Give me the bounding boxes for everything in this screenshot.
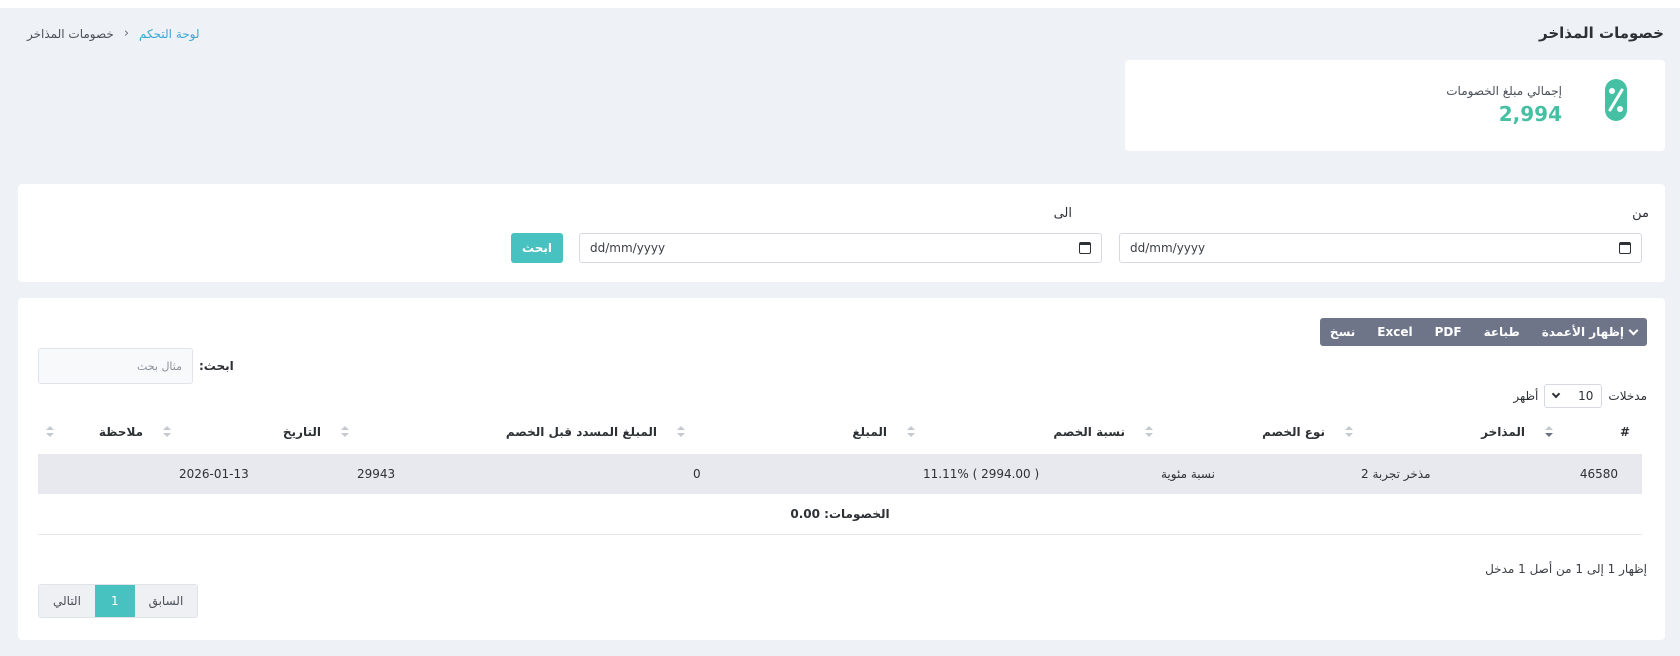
table-search: ابحث: xyxy=(38,348,234,384)
page-length-suffix: مدخلات xyxy=(1608,389,1647,403)
columns-button[interactable]: إظهار الأعمدة xyxy=(1541,325,1639,339)
table-card: نسخ Excel PDF طباعة إظهار الأعمدة ابحث: … xyxy=(18,298,1665,640)
to-label: الى xyxy=(1053,206,1072,221)
pdf-button[interactable]: PDF xyxy=(1435,325,1462,339)
copy-button[interactable]: نسخ xyxy=(1330,325,1355,339)
export-buttons: نسخ Excel PDF طباعة إظهار الأعمدة xyxy=(1319,318,1647,346)
sort-icon xyxy=(677,426,685,438)
summary-card: إجمالي مبلغ الخصومات 2,994 xyxy=(1125,60,1665,151)
sort-icon xyxy=(1145,426,1153,438)
sort-icon xyxy=(46,426,54,438)
pagination-page-1[interactable]: 1 xyxy=(94,585,135,617)
from-date-placeholder: dd/mm/yyyy xyxy=(1130,241,1206,255)
page-title: خصومات المذاخر xyxy=(1539,24,1664,42)
pagination-info: إظهار 1 إلى 1 من أصل 1 مدخل xyxy=(1485,562,1647,576)
from-label: من xyxy=(1632,206,1649,221)
pagination: التالي 1 السابق xyxy=(38,584,199,618)
calendar-icon[interactable] xyxy=(1619,242,1631,254)
breadcrumb: خصومات المذاخر › لوحة التحكم xyxy=(27,26,200,41)
top-bar xyxy=(0,0,1680,8)
to-date-input[interactable]: dd/mm/yyyy xyxy=(579,233,1102,263)
table-row[interactable]: 46580 مذخر تجربة 2 نسبة مئوية 11.11% ( 2… xyxy=(38,454,1642,494)
from-date-input[interactable]: dd/mm/yyyy xyxy=(1119,233,1642,263)
column-header-discount-type[interactable]: نوع الخصم xyxy=(1137,410,1337,454)
page-length-prefix: أظهر xyxy=(1513,389,1539,403)
page-length-select[interactable]: 10 xyxy=(1544,384,1603,408)
summary-label: إجمالي مبلغ الخصومات xyxy=(1446,84,1562,98)
chevron-down-icon xyxy=(1628,325,1639,335)
column-header-discount-rate[interactable]: نسبة الخصم xyxy=(899,410,1137,454)
column-header-note[interactable]: ملاحظة xyxy=(38,410,155,454)
cell-note xyxy=(38,454,155,494)
percent-icon xyxy=(1605,79,1627,121)
table-footer-row: الخصومات: 0.00 xyxy=(38,494,1642,535)
calendar-icon[interactable] xyxy=(1079,242,1091,254)
sort-icon xyxy=(163,426,171,438)
column-header-date[interactable]: التاريخ xyxy=(155,410,333,454)
chevron-down-icon xyxy=(1552,389,1561,399)
breadcrumb-home-link[interactable]: لوحة التحكم xyxy=(139,27,200,41)
cell-date: 2026-01-13 xyxy=(179,467,249,481)
page-length: أظهر 10 مدخلات xyxy=(1513,384,1647,408)
cell-amount: 0 xyxy=(693,467,701,481)
cell-discount-rate: 11.11% ( 2994.00 ) xyxy=(923,467,1040,481)
breadcrumb-separator: › xyxy=(123,26,130,41)
summary-value: 2,994 xyxy=(1498,102,1562,126)
sort-icon xyxy=(1545,426,1553,438)
table-search-input[interactable] xyxy=(38,348,193,384)
discounts-table: # المذاخر نوع الخصم نسبة الخصم المبلغ ال… xyxy=(38,410,1642,535)
to-date-placeholder: dd/mm/yyyy xyxy=(590,241,666,255)
pagination-previous[interactable]: السابق xyxy=(134,585,198,617)
cell-pharmacy: مذخر تجربة 2 xyxy=(1361,467,1431,481)
column-header-id[interactable]: # xyxy=(1537,410,1642,454)
search-button[interactable]: ابحث xyxy=(511,233,563,263)
cell-paid-before: 29943 xyxy=(357,467,396,481)
cell-discount-type: نسبة مئوية xyxy=(1161,467,1215,481)
filter-card: من الى dd/mm/yyyy dd/mm/yyyy ابحث xyxy=(18,184,1665,282)
sort-icon xyxy=(341,426,349,438)
pagination-next[interactable]: التالي xyxy=(39,585,95,617)
excel-button[interactable]: Excel xyxy=(1377,325,1412,339)
column-header-amount[interactable]: المبلغ xyxy=(669,410,899,454)
table-header-row: # المذاخر نوع الخصم نسبة الخصم المبلغ ال… xyxy=(38,410,1642,454)
breadcrumb-current: خصومات المذاخر xyxy=(27,26,114,41)
table-search-label: ابحث: xyxy=(199,359,234,373)
column-header-pharmacy[interactable]: المذاخر xyxy=(1337,410,1537,454)
columns-button-label: إظهار الأعمدة xyxy=(1541,325,1624,339)
page-length-value: 10 xyxy=(1578,389,1594,403)
sort-icon xyxy=(907,426,915,438)
table-footer-total: الخصومات: 0.00 xyxy=(38,494,1642,535)
cell-id: 46580 xyxy=(1579,467,1618,481)
print-button[interactable]: طباعة xyxy=(1484,325,1520,339)
sort-icon xyxy=(1345,426,1353,438)
column-header-paid-before[interactable]: المبلغ المسدد قبل الخصم xyxy=(333,410,669,454)
